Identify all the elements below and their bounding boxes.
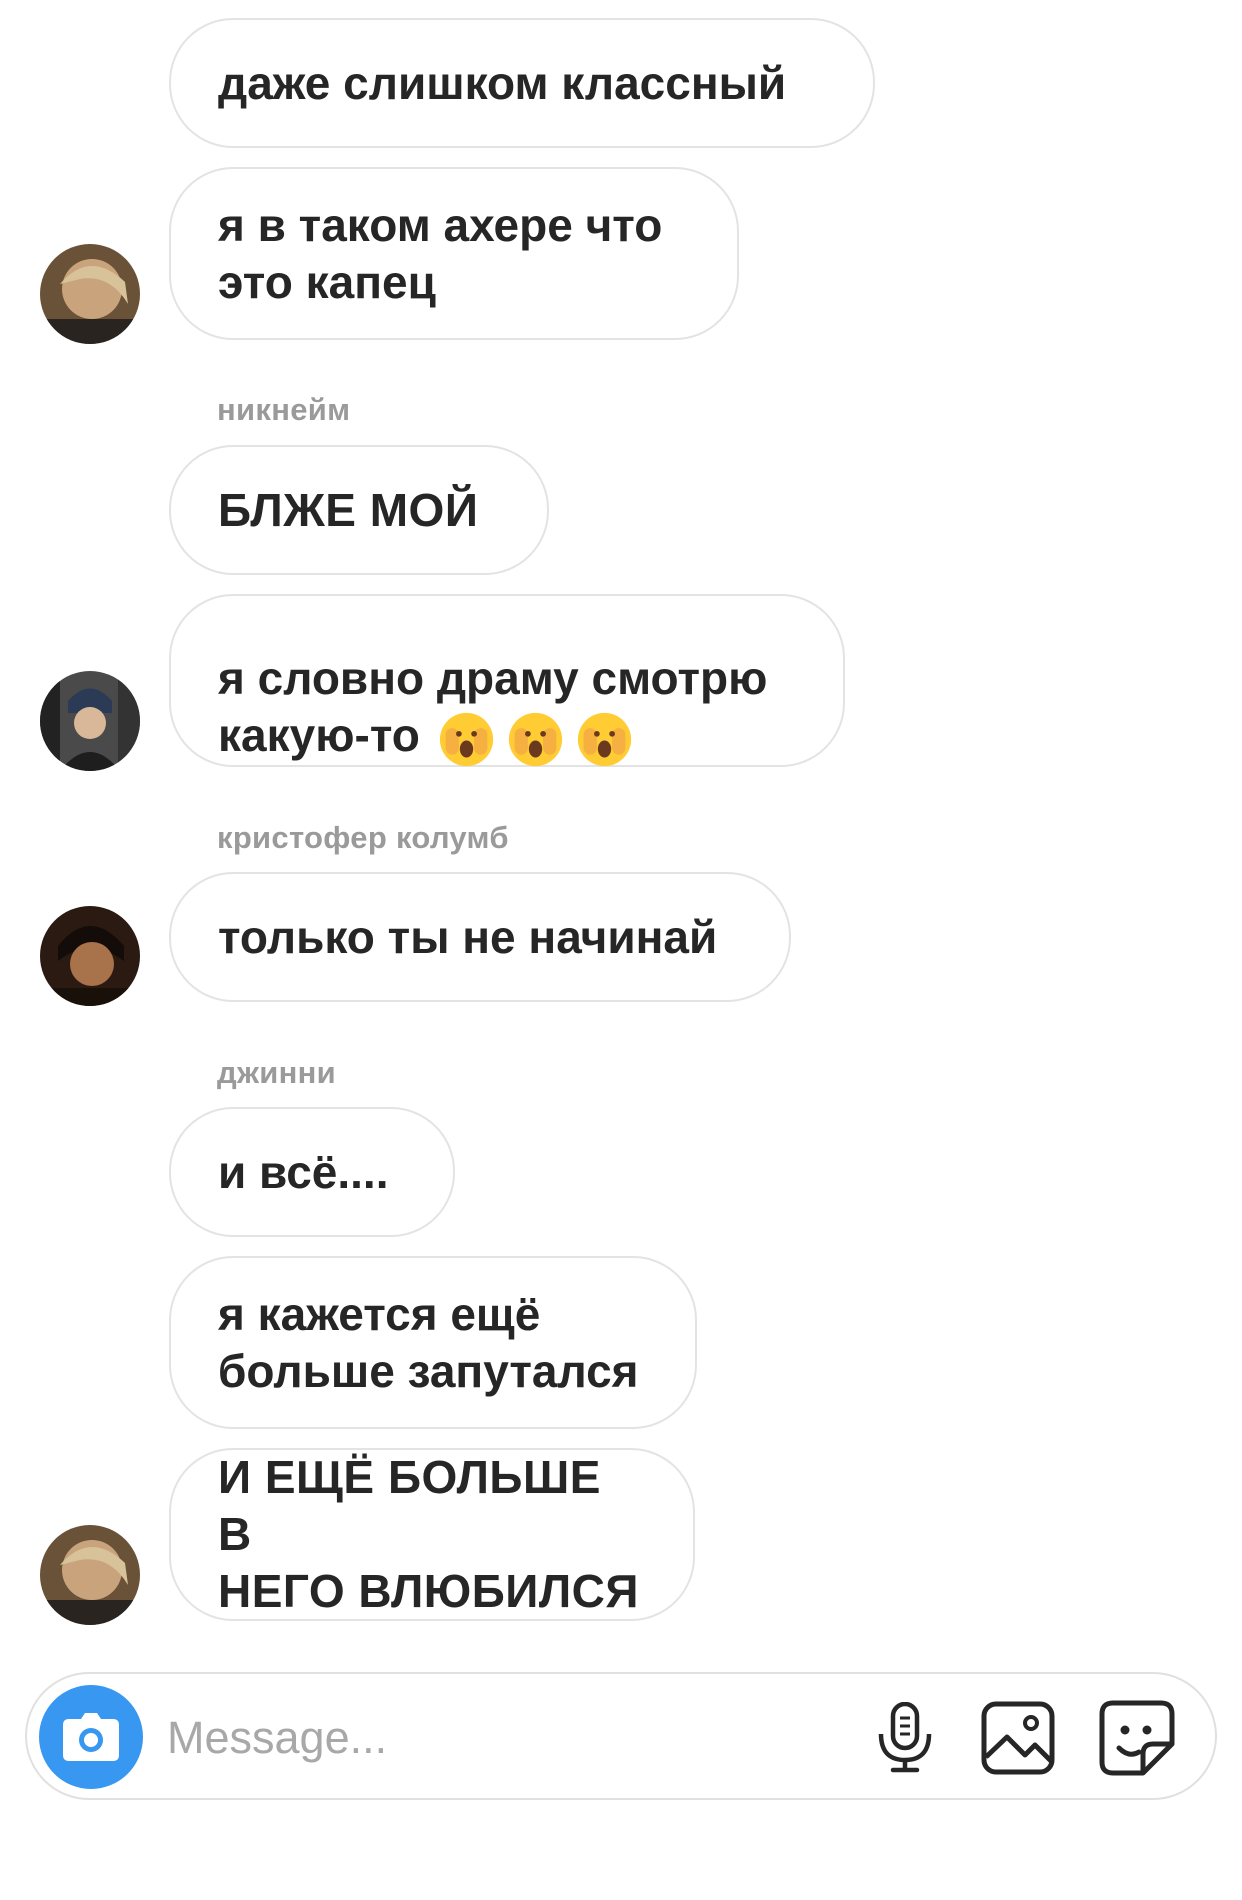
sender-name: кристофер колумб bbox=[217, 820, 509, 855]
sender-name: никнейм bbox=[217, 392, 351, 427]
message-text: И ЕЩЁ БОЛЬШЕ В НЕГО ВЛЮБИЛСЯ bbox=[218, 1451, 639, 1617]
avatar[interactable] bbox=[40, 906, 140, 1006]
message-bubble[interactable]: я словно драму смотрю какую-то bbox=[169, 594, 845, 767]
emoji-group bbox=[438, 711, 633, 768]
message-bubble[interactable]: я кажется ещё больше запутался bbox=[169, 1256, 697, 1429]
avatar[interactable] bbox=[40, 244, 140, 344]
message-text: даже слишком классный bbox=[218, 56, 787, 109]
microphone-icon bbox=[878, 1702, 932, 1773]
message-input[interactable] bbox=[165, 1698, 869, 1778]
avatar[interactable] bbox=[40, 1525, 140, 1625]
sender-name: джинни bbox=[217, 1055, 337, 1090]
avatar[interactable] bbox=[40, 671, 140, 771]
message-text: я в таком ахере что это капец bbox=[218, 198, 663, 308]
sticker-button[interactable] bbox=[1097, 1698, 1177, 1778]
sticker-icon bbox=[1099, 1700, 1175, 1776]
camera-button[interactable] bbox=[39, 1685, 143, 1789]
message-bubble[interactable]: даже слишком классный bbox=[169, 18, 875, 148]
message-bubble[interactable]: только ты не начинай bbox=[169, 872, 791, 1002]
shocked-face-icon bbox=[439, 712, 493, 766]
message-composer bbox=[25, 1672, 1217, 1800]
message-text: только ты не начинай bbox=[218, 910, 718, 963]
camera-icon bbox=[63, 1713, 119, 1761]
message-text: БЛЖЕ МОЙ bbox=[218, 483, 479, 536]
message-bubble[interactable]: я в таком ахере что это капец bbox=[169, 167, 739, 340]
message-bubble[interactable]: и всё.... bbox=[169, 1107, 455, 1237]
shocked-face-icon bbox=[577, 712, 631, 766]
shocked-face-icon bbox=[508, 712, 562, 766]
voice-message-button[interactable] bbox=[865, 1698, 945, 1778]
message-bubble[interactable]: БЛЖЕ МОЙ bbox=[169, 445, 549, 575]
gallery-icon bbox=[981, 1701, 1055, 1775]
message-bubble[interactable]: И ЕЩЁ БОЛЬШЕ В НЕГО ВЛЮБИЛСЯ bbox=[169, 1448, 695, 1621]
gallery-button[interactable] bbox=[978, 1698, 1058, 1778]
message-text: и всё.... bbox=[218, 1145, 389, 1198]
message-text: я кажется ещё больше запутался bbox=[218, 1287, 639, 1397]
